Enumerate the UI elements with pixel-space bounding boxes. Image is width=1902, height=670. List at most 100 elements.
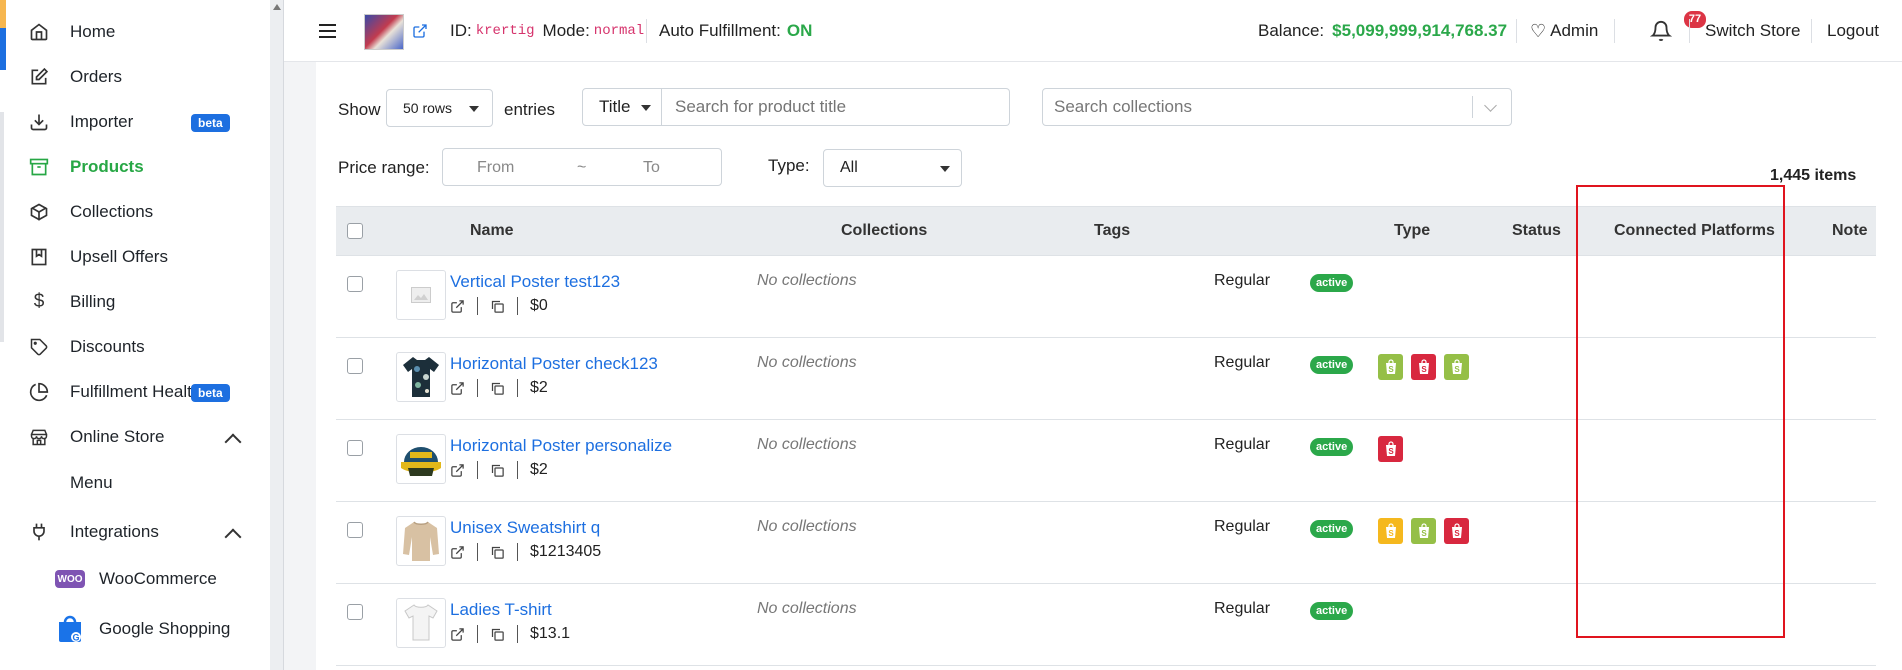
sidebar-item-label: Menu: [70, 473, 113, 492]
product-collections: No collections: [757, 272, 857, 289]
id-label: ID:: [450, 21, 472, 40]
sidebar-item-online-store[interactable]: Online Store: [28, 417, 165, 457]
rows-per-page-select[interactable]: 50 rows: [386, 89, 493, 127]
product-search-input[interactable]: [662, 88, 1010, 126]
hamburger-menu-icon[interactable]: [318, 0, 336, 62]
sidebar-item-label: Fulfillment Health: [70, 382, 202, 401]
sidebar-item-home[interactable]: Home: [28, 12, 115, 52]
sidebar-item-menu[interactable]: Menu: [70, 463, 113, 503]
column-header-name[interactable]: Name: [470, 222, 514, 240]
collections-search-select[interactable]: Search collections: [1042, 88, 1512, 126]
product-thumbnail[interactable]: [396, 598, 446, 648]
chevron-up-icon[interactable]: [224, 528, 242, 546]
product-type: Regular: [1214, 600, 1271, 617]
admin-button[interactable]: ♡ Admin: [1530, 0, 1598, 62]
switch-store-button[interactable]: Switch Store: [1705, 0, 1800, 62]
divider: [1614, 19, 1615, 43]
sidebar-item-fulfillment-health[interactable]: Fulfillment Health: [28, 372, 201, 412]
sidebar-item-integrations[interactable]: Integrations: [28, 512, 159, 552]
external-link-icon[interactable]: [450, 545, 465, 560]
external-link-icon[interactable]: [450, 381, 465, 396]
row-checkbox[interactable]: [347, 522, 363, 538]
home-icon: [28, 21, 50, 43]
copy-icon[interactable]: [490, 381, 505, 396]
copy-icon[interactable]: [490, 463, 505, 478]
product-collections: No collections: [757, 354, 857, 371]
search-field-select[interactable]: Title: [582, 88, 662, 126]
product-name-link[interactable]: Unisex Sweatshirt q: [450, 518, 600, 538]
store-info: ID: krertig Mode: normal: [450, 0, 652, 62]
row-checkbox[interactable]: [347, 276, 363, 292]
row-actions: $13.1: [450, 624, 570, 644]
product-thumbnail[interactable]: [396, 516, 446, 566]
logout-button[interactable]: Logout: [1827, 0, 1879, 62]
product-name-link[interactable]: Horizontal Poster personalize: [450, 436, 672, 456]
sidebar-item-orders[interactable]: Orders: [28, 57, 122, 97]
row-checkbox[interactable]: [347, 358, 363, 374]
sidebar-item-google-shopping[interactable]: G Google Shopping: [55, 609, 230, 649]
product-collections: No collections: [757, 600, 857, 617]
sidebar-item-billing[interactable]: $ Billing: [28, 282, 116, 322]
shopify-store-icon[interactable]: S: [1378, 354, 1403, 380]
product-thumbnail[interactable]: [396, 352, 446, 402]
select-all-checkbox[interactable]: [347, 223, 363, 239]
price-to-input[interactable]: To: [643, 159, 660, 177]
type-select[interactable]: All: [823, 149, 962, 187]
sidebar-scrollbar[interactable]: [270, 0, 284, 670]
shopify-store-icon[interactable]: S: [1378, 518, 1403, 544]
table-row: Horizontal Poster personalize $2 No coll…: [336, 420, 1876, 502]
external-link-icon[interactable]: [450, 627, 465, 642]
price-range-input[interactable]: From ~ To: [442, 148, 722, 186]
scroll-up-arrow-icon[interactable]: [273, 4, 281, 10]
sidebar-item-collections[interactable]: Collections: [28, 192, 153, 232]
row-checkbox[interactable]: [347, 604, 363, 620]
sidebar-item-label: Home: [70, 22, 116, 41]
switch-store-label: Switch Store: [1705, 21, 1801, 40]
sweatshirt-image: [403, 521, 439, 561]
row-checkbox[interactable]: [347, 440, 363, 456]
notifications-button[interactable]: [1650, 0, 1672, 62]
tshirt-image: [404, 604, 438, 641]
table-row: Horizontal Poster check123 $2 No collect…: [336, 338, 1876, 420]
price-from-input[interactable]: From: [477, 159, 514, 177]
sidebar-item-woocommerce[interactable]: WOO WooCommerce: [55, 559, 217, 599]
edit-icon: [28, 66, 50, 88]
external-link-icon[interactable]: [412, 0, 428, 62]
divider: [1472, 96, 1473, 118]
copy-icon[interactable]: [490, 627, 505, 642]
product-name-link[interactable]: Ladies T-shirt: [450, 600, 552, 620]
product-collections: No collections: [757, 518, 857, 535]
sidebar-active-indicator: [0, 28, 6, 70]
page-scrollbar[interactable]: [1886, 62, 1902, 670]
store-logo[interactable]: [364, 14, 404, 50]
copy-icon[interactable]: [490, 545, 505, 560]
shopify-store-icon[interactable]: S: [1444, 518, 1469, 544]
svg-text:S: S: [1421, 365, 1427, 374]
shopify-store-icon[interactable]: S: [1378, 436, 1403, 462]
sidebar-item-upsell-offers[interactable]: Upsell Offers: [28, 237, 168, 277]
product-name-link[interactable]: Vertical Poster test123: [450, 272, 620, 292]
product-price: $0: [530, 297, 548, 314]
shopify-store-icon[interactable]: S: [1411, 354, 1436, 380]
row-actions: $2: [450, 460, 548, 480]
product-thumbnail[interactable]: [396, 270, 446, 320]
copy-icon[interactable]: [490, 299, 505, 314]
sidebar-item-importer[interactable]: Importer: [28, 102, 133, 142]
top-bar: ID: krertig Mode: normal Auto Fulfillmen…: [284, 0, 1902, 62]
sidebar-item-products[interactable]: Products: [28, 147, 144, 187]
shopify-store-icon[interactable]: S: [1411, 518, 1436, 544]
product-name-link[interactable]: Horizontal Poster check123: [450, 354, 658, 374]
divider: [1689, 19, 1690, 43]
search-field-value: Title: [599, 97, 631, 116]
store-icon: [28, 426, 50, 448]
product-thumbnail[interactable]: [396, 434, 446, 484]
sidebar-item-discounts[interactable]: Discounts: [28, 327, 145, 367]
image-placeholder-icon: [411, 287, 431, 303]
svg-text:S: S: [1454, 365, 1460, 374]
external-link-icon[interactable]: [450, 463, 465, 478]
external-link-icon[interactable]: [450, 299, 465, 314]
chevron-up-icon[interactable]: [224, 433, 242, 451]
divider: [646, 19, 647, 43]
shopify-store-icon[interactable]: S: [1444, 354, 1469, 380]
product-type: Regular: [1214, 354, 1271, 371]
